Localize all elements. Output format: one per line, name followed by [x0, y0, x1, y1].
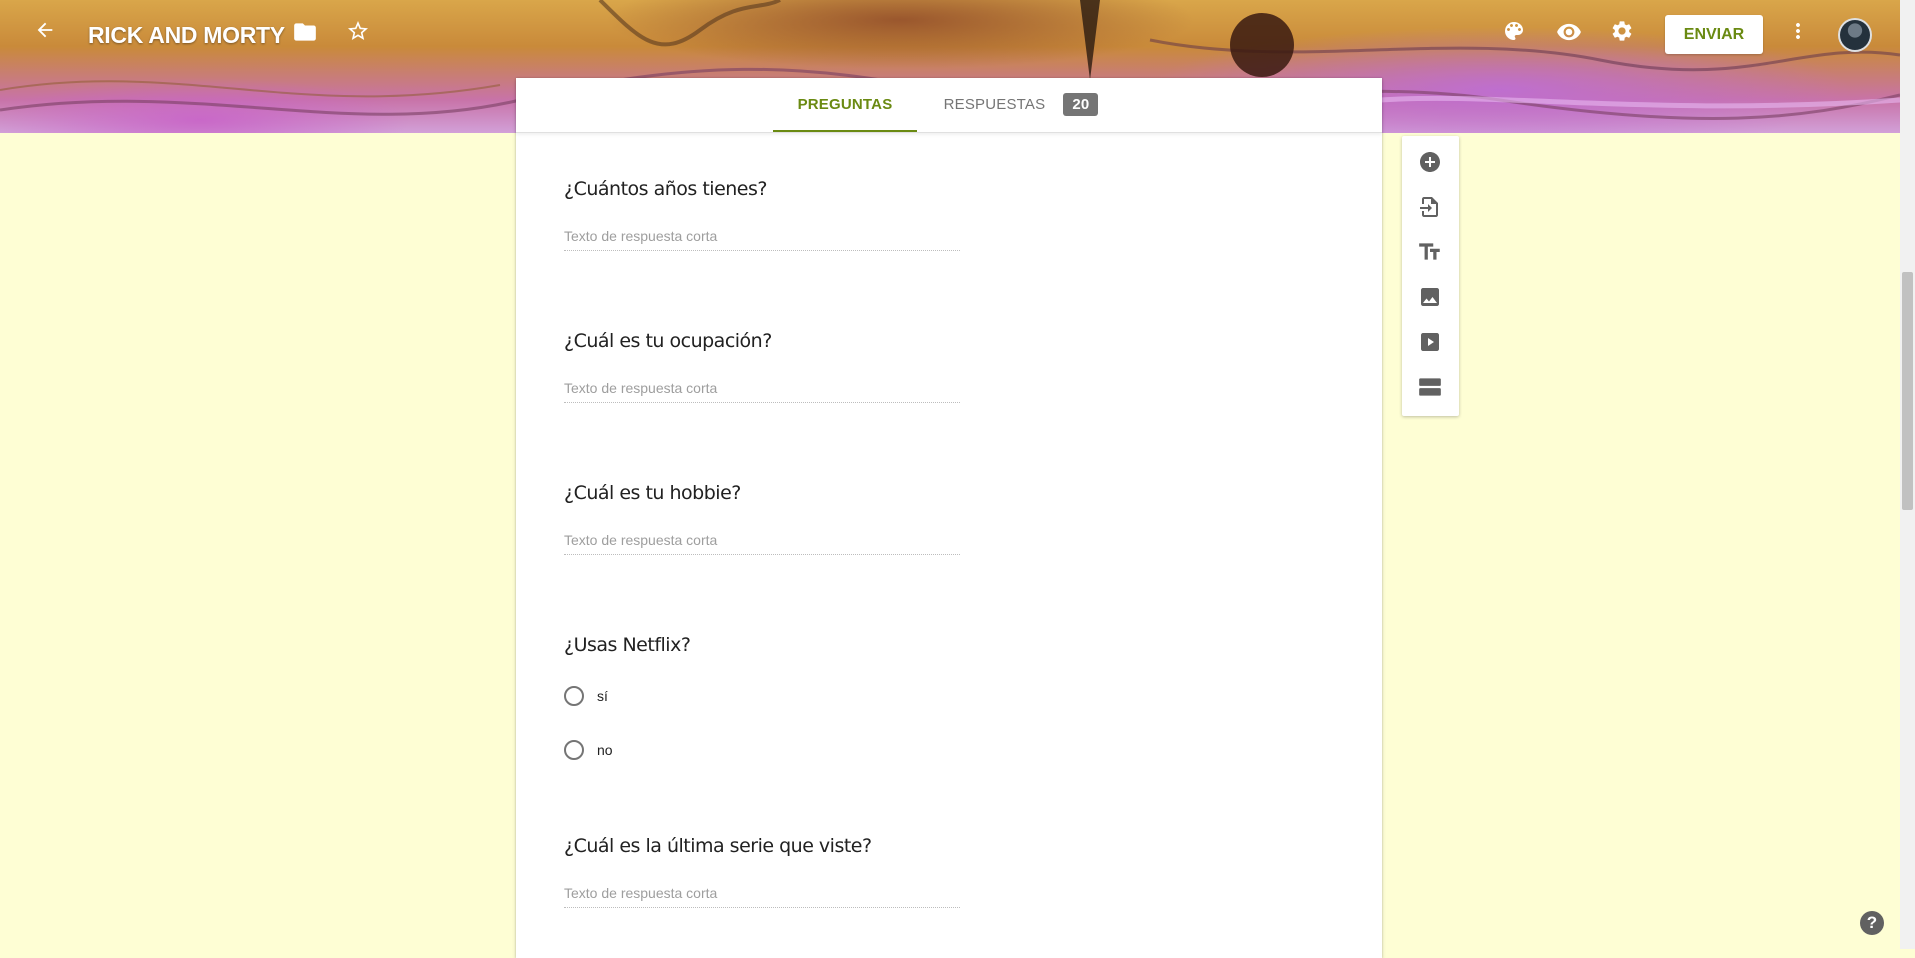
add-image-button[interactable]: [1414, 281, 1446, 313]
eye-icon: [1557, 23, 1581, 41]
responses-count-badge: 20: [1063, 92, 1099, 116]
question-title: ¿Usas Netflix?: [564, 634, 691, 656]
add-title-icon: [1419, 243, 1440, 260]
question-title: ¿Cuál es tu hobbie?: [564, 482, 741, 504]
add-items-toolbar: [1402, 136, 1459, 416]
tab-questions[interactable]: PREGUNTAS: [773, 78, 917, 132]
help-button[interactable]: ?: [1860, 911, 1884, 935]
top-app-bar: RICK AND MORTY ENVIAR: [0, 0, 1900, 70]
more-vert-icon: [1796, 23, 1800, 39]
send-button[interactable]: ENVIAR: [1665, 15, 1763, 54]
import-questions-icon: [1420, 197, 1438, 217]
add-section-button[interactable]: [1414, 371, 1446, 403]
radio-option[interactable]: sí: [564, 686, 608, 706]
form-title[interactable]: RICK AND MORTY: [88, 22, 285, 49]
question-title: ¿Cuántos años tienes?: [564, 178, 767, 200]
settings-button[interactable]: [1610, 19, 1642, 51]
short-answer-field: Texto de respuesta corta: [564, 532, 960, 555]
add-video-icon: [1421, 333, 1439, 351]
radio-option[interactable]: no: [564, 740, 613, 760]
radio-option-label: sí: [597, 688, 608, 704]
star-button[interactable]: [346, 19, 378, 51]
page-scrollbar[interactable]: [1900, 0, 1915, 949]
short-answer-field: Texto de respuesta corta: [564, 885, 960, 908]
question-item[interactable]: ¿Cuál es tu ocupación? Texto de respuest…: [564, 330, 960, 403]
customize-theme-button[interactable]: [1502, 19, 1534, 51]
radio-button[interactable]: [564, 740, 584, 760]
add-section-icon: [1419, 378, 1441, 396]
question-item[interactable]: ¿Usas Netflix? sí no: [564, 634, 964, 760]
tab-responses[interactable]: RESPUESTAS 20: [936, 78, 1106, 130]
add-image-icon: [1421, 288, 1439, 306]
palette-icon: [1505, 22, 1523, 40]
add-video-button[interactable]: [1414, 326, 1446, 358]
tab-responses-label: RESPUESTAS: [943, 95, 1046, 113]
radio-button[interactable]: [564, 686, 584, 706]
question-title: ¿Cuál es la última serie que viste?: [564, 835, 872, 857]
import-questions-button[interactable]: [1414, 191, 1446, 223]
short-answer-field: Texto de respuesta corta: [564, 228, 960, 251]
question-item[interactable]: ¿Cuál es la última serie que viste? Text…: [564, 835, 960, 908]
form-card: PREGUNTAS RESPUESTAS 20 ¿Cuántos años ti…: [516, 78, 1382, 958]
arrow-back-icon: [37, 22, 53, 38]
form-tabs: PREGUNTAS RESPUESTAS 20: [516, 78, 1382, 133]
add-title-button[interactable]: [1414, 236, 1446, 268]
question-title: ¿Cuál es tu ocupación?: [564, 330, 772, 352]
move-to-folder-button[interactable]: [292, 19, 324, 51]
short-answer-field: Texto de respuesta corta: [564, 380, 960, 403]
question-item[interactable]: ¿Cuántos años tienes? Texto de respuesta…: [564, 178, 960, 251]
star-icon: [348, 21, 368, 40]
preview-button[interactable]: [1556, 19, 1588, 51]
more-options-button[interactable]: [1786, 19, 1818, 51]
gear-icon: [1612, 21, 1632, 41]
add-question-icon: [1420, 152, 1440, 172]
add-question-button[interactable]: [1414, 146, 1446, 178]
folder-icon: [294, 23, 316, 41]
account-avatar[interactable]: [1838, 18, 1872, 52]
back-button[interactable]: [34, 19, 66, 51]
radio-option-label: no: [597, 742, 613, 758]
question-item[interactable]: ¿Cuál es tu hobbie? Texto de respuesta c…: [564, 482, 960, 555]
scrollbar-thumb[interactable]: [1902, 272, 1913, 510]
